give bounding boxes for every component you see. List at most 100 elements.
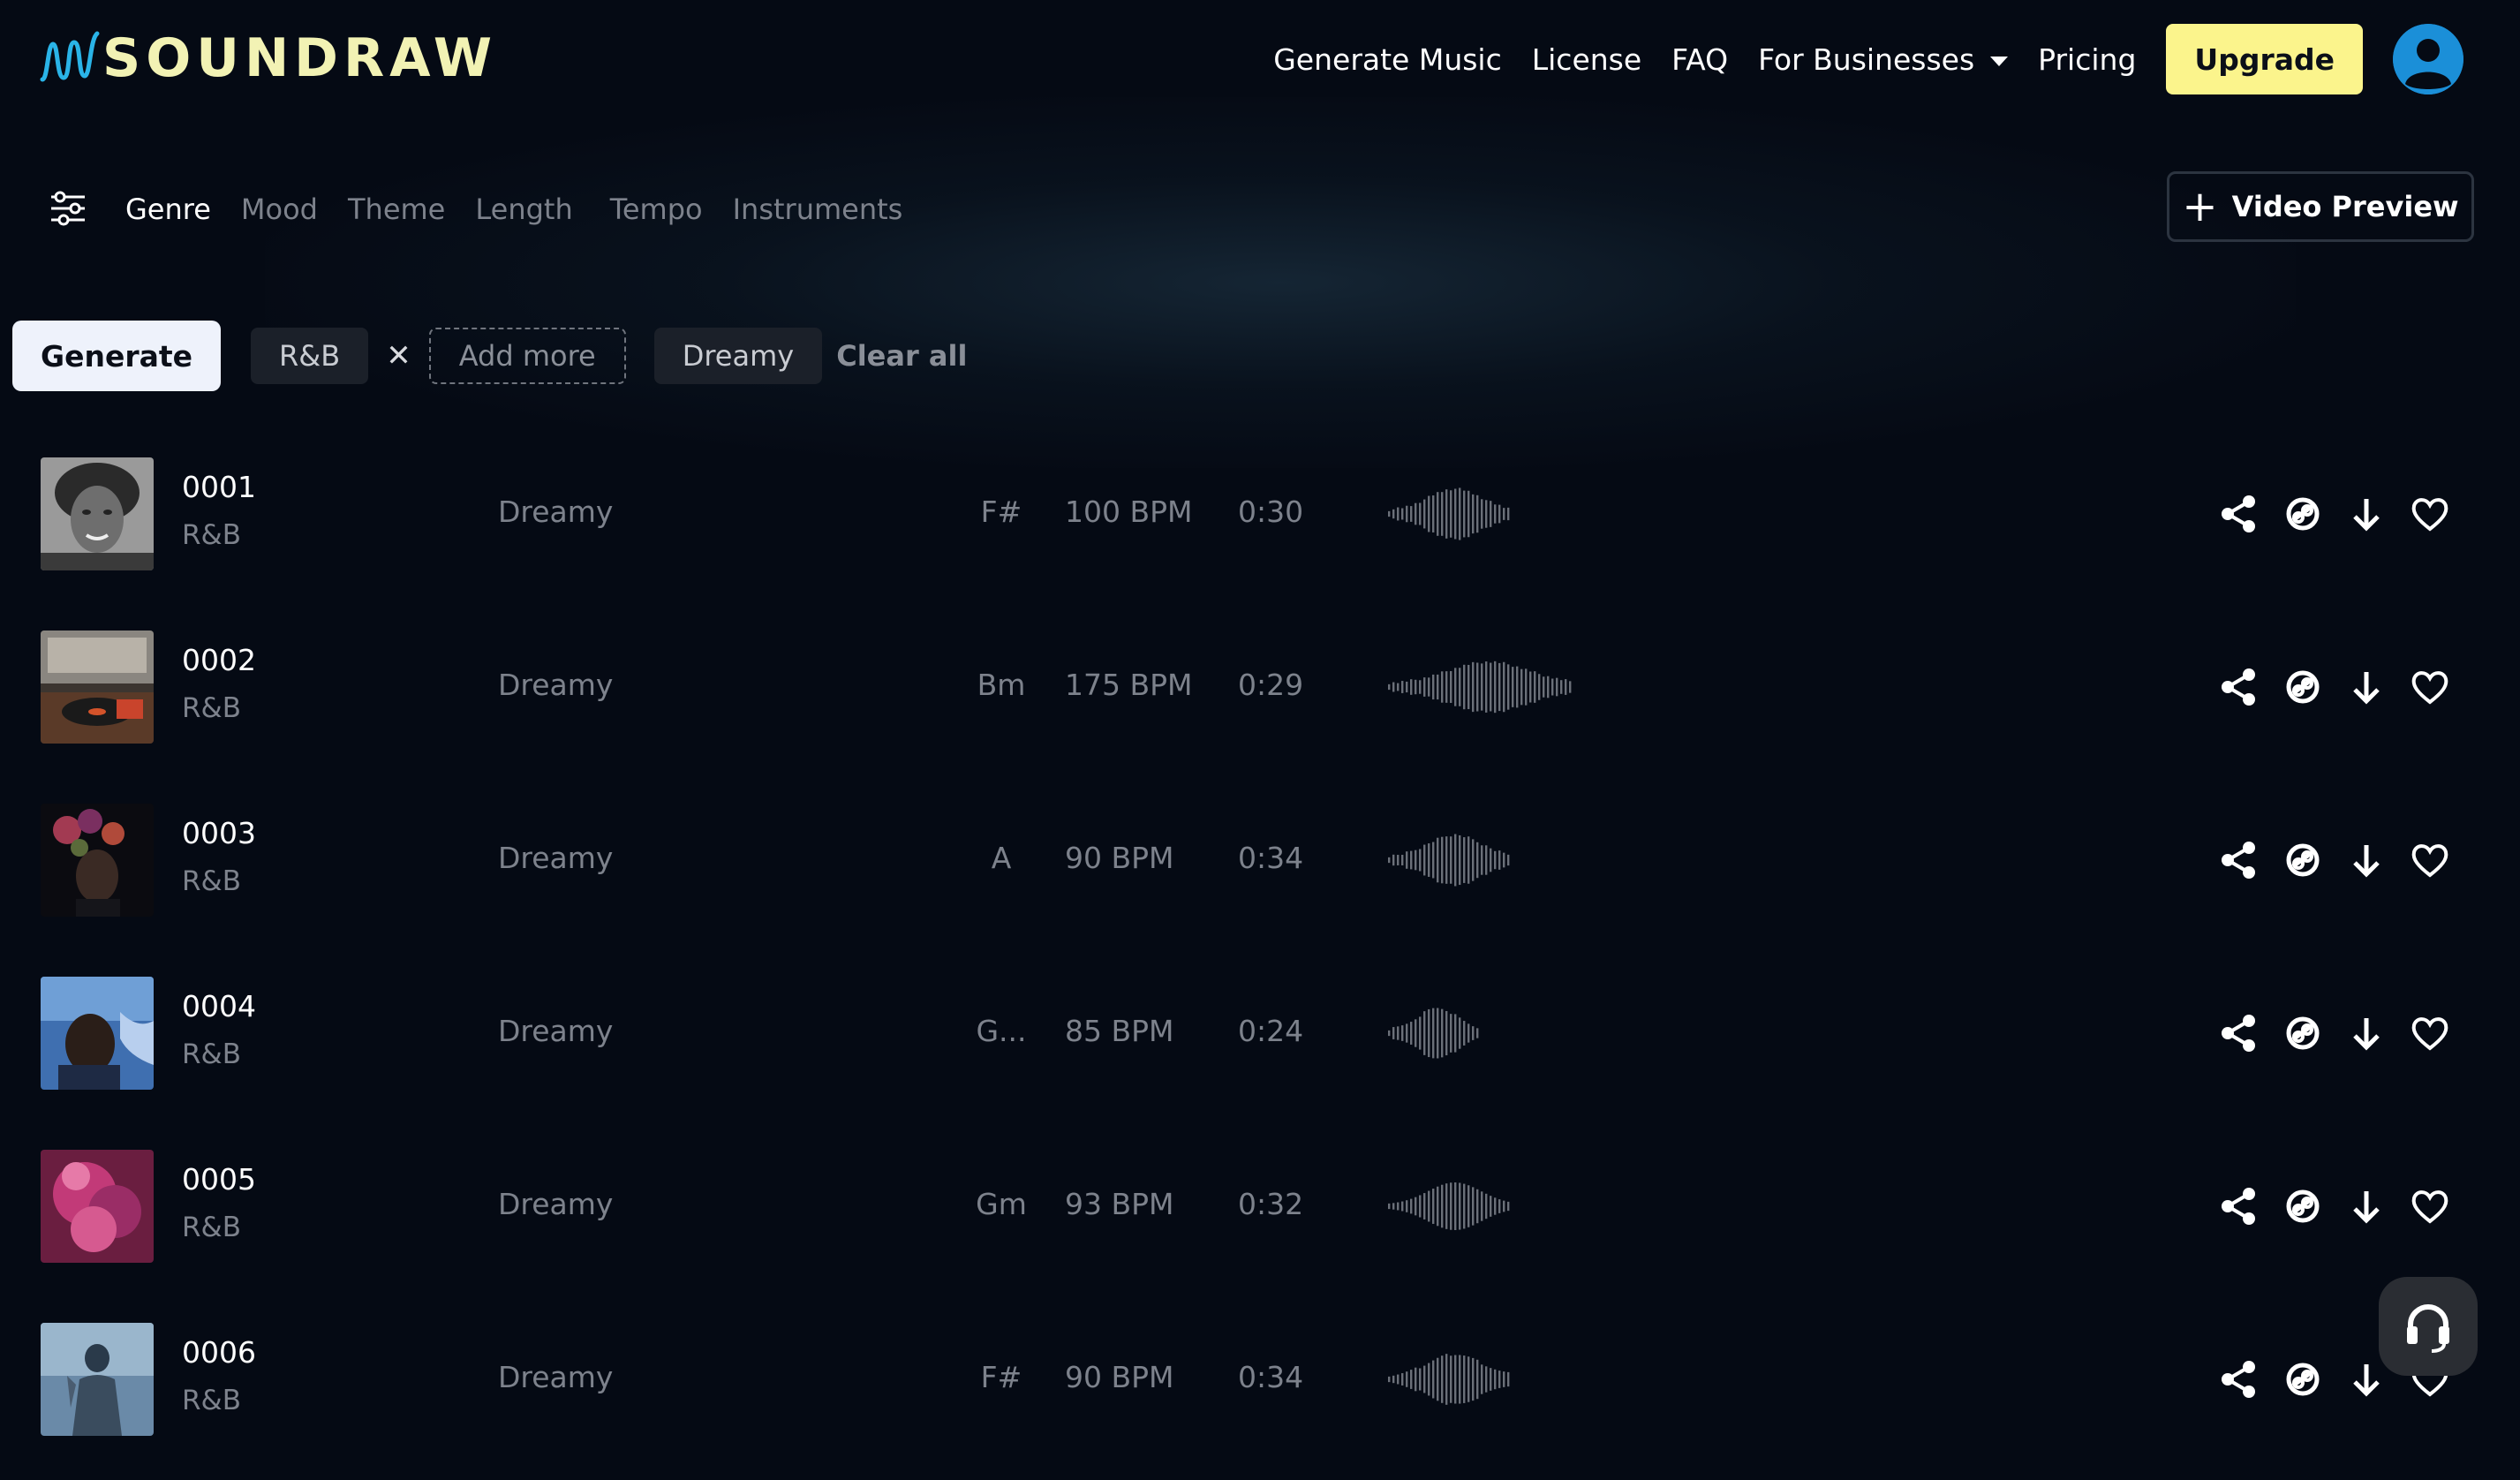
add-more-button[interactable]: Add more: [428, 328, 626, 384]
track-length: 0:29: [1238, 668, 1304, 702]
track-number[interactable]: 0003: [182, 816, 256, 850]
track-genre: R&B: [182, 1385, 241, 1416]
tab-instruments[interactable]: Instruments: [733, 193, 903, 226]
selected-filters-row: Generate R&B ✕ Add more Dreamy Clear all: [12, 320, 967, 392]
heart-icon[interactable]: [2409, 493, 2451, 535]
nav-faq[interactable]: FAQ: [1671, 42, 1728, 77]
nav-license[interactable]: License: [1532, 42, 1641, 77]
track-length: 0:30: [1238, 495, 1304, 529]
track-genre: R&B: [182, 865, 241, 897]
waveform[interactable]: [1388, 1005, 1481, 1061]
filter-tabs: Genre Mood Theme Length Tempo Instrument…: [125, 187, 932, 231]
track-bpm: 90 BPM: [1065, 841, 1174, 875]
video-preview-label: Video Preview: [2231, 190, 2459, 223]
track-thumbnail[interactable]: [41, 457, 154, 570]
track-thumbnail[interactable]: [41, 977, 154, 1090]
user-avatar[interactable]: [2393, 24, 2463, 94]
track-actions: [2218, 1012, 2472, 1054]
tab-theme[interactable]: Theme: [348, 193, 445, 226]
track-genre: R&B: [182, 519, 241, 551]
brand-logo[interactable]: SOUNDRAW: [39, 25, 497, 92]
track-genre: R&B: [182, 1212, 241, 1243]
track-thumbnail[interactable]: [41, 1150, 154, 1263]
chip-genre-rnb[interactable]: R&B: [251, 328, 369, 384]
share-icon[interactable]: [2218, 1012, 2260, 1054]
tab-genre[interactable]: Genre: [125, 193, 211, 226]
track-row[interactable]: 0001 R&B Dreamy F# 100 BPM 0:30: [0, 442, 2520, 615]
track-row[interactable]: 0002 R&B Dreamy Bm 175 BPM 0:29: [0, 615, 2520, 788]
track-mood: Dreamy: [498, 1187, 614, 1221]
tab-mood[interactable]: Mood: [241, 193, 318, 226]
track-length: 0:24: [1238, 1014, 1304, 1048]
track-thumbnail[interactable]: [41, 631, 154, 744]
clear-all-button[interactable]: Clear all: [836, 339, 967, 373]
share-icon[interactable]: [2218, 1185, 2260, 1227]
link-icon[interactable]: [2282, 1185, 2324, 1227]
track-length: 0:34: [1238, 1360, 1304, 1394]
plus-icon: +: [2182, 182, 2218, 231]
nav-for-businesses[interactable]: For Businesses: [1758, 42, 2009, 77]
waveform[interactable]: [1388, 486, 1512, 542]
nav-pricing[interactable]: Pricing: [2038, 42, 2136, 77]
track-key: F#: [980, 495, 1022, 529]
track-key: G...: [976, 1014, 1027, 1048]
track-genre: R&B: [182, 1038, 241, 1070]
waveform[interactable]: [1388, 1178, 1512, 1235]
nav-generate-music[interactable]: Generate Music: [1273, 42, 1502, 77]
waveform[interactable]: [1388, 659, 1573, 715]
track-mood: Dreamy: [498, 1014, 614, 1048]
download-icon[interactable]: [2345, 1358, 2388, 1401]
tab-tempo[interactable]: Tempo: [610, 193, 703, 226]
track-number[interactable]: 0006: [182, 1335, 256, 1370]
download-icon[interactable]: [2345, 839, 2388, 881]
heart-icon[interactable]: [2409, 666, 2451, 708]
share-icon[interactable]: [2218, 1358, 2260, 1401]
track-row[interactable]: 0005 R&B Dreamy Gm 93 BPM 0:32: [0, 1134, 2520, 1307]
download-icon[interactable]: [2345, 493, 2388, 535]
link-icon[interactable]: [2282, 839, 2324, 881]
track-number[interactable]: 0004: [182, 989, 256, 1023]
background-glow: [265, 97, 2296, 468]
track-key: A: [991, 841, 1012, 875]
link-icon[interactable]: [2282, 1012, 2324, 1054]
track-key: F#: [980, 1360, 1022, 1394]
download-icon[interactable]: [2345, 1012, 2388, 1054]
track-thumbnail[interactable]: [41, 1323, 154, 1436]
video-preview-button[interactable]: + Video Preview: [2167, 171, 2474, 242]
track-row[interactable]: 0006 R&B Dreamy F# 90 BPM 0:34: [0, 1307, 2520, 1480]
heart-icon[interactable]: [2409, 1185, 2451, 1227]
download-icon[interactable]: [2345, 666, 2388, 708]
link-icon[interactable]: [2282, 666, 2324, 708]
soundwave-logo-icon: [40, 31, 100, 82]
track-number[interactable]: 0005: [182, 1162, 256, 1197]
nav-for-businesses-label: For Businesses: [1758, 42, 1975, 77]
heart-icon[interactable]: [2409, 839, 2451, 881]
track-row[interactable]: 0004 R&B Dreamy G... 85 BPM 0:24: [0, 961, 2520, 1134]
close-icon[interactable]: ✕: [386, 338, 411, 374]
waveform[interactable]: [1388, 1351, 1512, 1408]
headset-icon: [2407, 1303, 2449, 1353]
download-icon[interactable]: [2345, 1185, 2388, 1227]
upgrade-button[interactable]: Upgrade: [2166, 24, 2363, 94]
share-icon[interactable]: [2218, 493, 2260, 535]
link-icon[interactable]: [2282, 493, 2324, 535]
track-number[interactable]: 0002: [182, 643, 256, 677]
share-icon[interactable]: [2218, 666, 2260, 708]
track-bpm: 85 BPM: [1065, 1014, 1174, 1048]
waveform[interactable]: [1388, 832, 1512, 888]
support-button[interactable]: [2379, 1277, 2478, 1376]
heart-icon[interactable]: [2409, 1012, 2451, 1054]
share-icon[interactable]: [2218, 839, 2260, 881]
main-nav: Generate Music License FAQ For Businesse…: [1273, 24, 2520, 94]
track-thumbnail[interactable]: [41, 804, 154, 917]
tab-length[interactable]: Length: [475, 193, 572, 226]
track-row[interactable]: 0003 R&B Dreamy A 90 BPM 0:34: [0, 788, 2520, 961]
sliders-icon[interactable]: [48, 188, 88, 229]
generate-button[interactable]: Generate: [12, 321, 222, 391]
brand-name: SOUNDRAW: [102, 27, 498, 89]
track-number[interactable]: 0001: [182, 470, 256, 504]
link-icon[interactable]: [2282, 1358, 2324, 1401]
chip-mood-dreamy[interactable]: Dreamy: [653, 328, 823, 384]
track-mood: Dreamy: [498, 668, 614, 702]
track-actions: [2218, 839, 2472, 881]
